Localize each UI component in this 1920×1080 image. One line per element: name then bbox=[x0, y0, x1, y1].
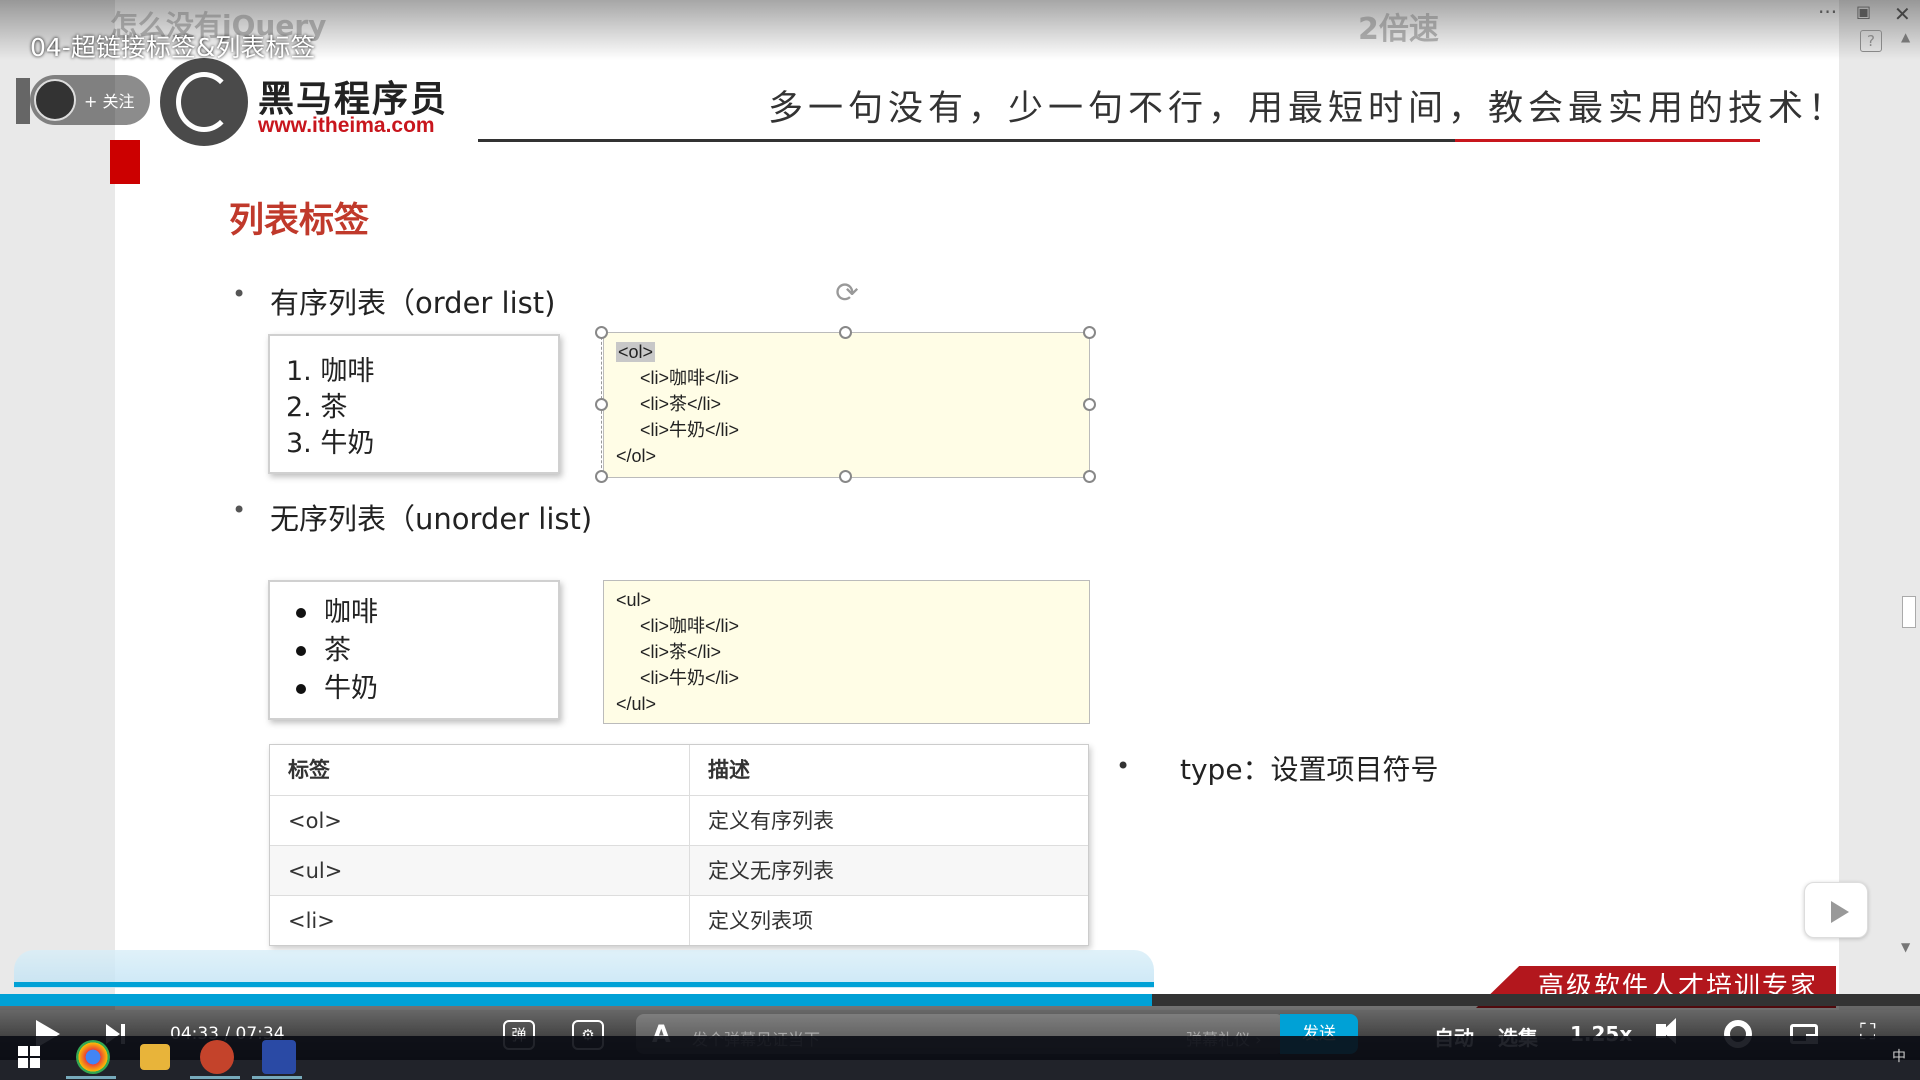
ordered-list-preview: 1. 咖啡 2. 茶 3. 牛奶 bbox=[268, 334, 560, 474]
code-close-tag: </ul> bbox=[616, 694, 657, 714]
table-cell: <ul> bbox=[270, 846, 690, 895]
side-qr-icon[interactable] bbox=[16, 78, 30, 124]
table-header-cell: 描述 bbox=[708, 758, 750, 782]
tag-table: 标签 描述 <ol> 定义有序列表 <ul> 定义无序列表 <li> 定义列表项 bbox=[269, 744, 1089, 946]
resize-handle[interactable] bbox=[839, 326, 852, 339]
code-close-tag: </ol> bbox=[616, 446, 657, 466]
code-open-tag: <ol> bbox=[616, 342, 656, 362]
active-app-indicator bbox=[66, 1076, 116, 1079]
code-line: <li>茶</li> bbox=[640, 394, 722, 414]
video-title: 04-超链接标签&列表标签 bbox=[30, 33, 316, 62]
table-row: <ul> 定义无序列表 bbox=[270, 845, 1088, 895]
powerpoint-icon[interactable] bbox=[200, 1040, 234, 1074]
list-item: 茶 bbox=[278, 632, 550, 670]
ime-indicator[interactable]: 中 bbox=[1892, 1046, 1906, 1066]
slogan: 多一句没有，少一句不行，用最短时间，教会最实用的技术！ bbox=[768, 89, 1849, 129]
bullet-unordered-list: • 无序列表（unorder list) bbox=[232, 496, 593, 538]
scroll-up-icon[interactable]: ▲ bbox=[1901, 30, 1910, 44]
list-item: 牛奶 bbox=[278, 670, 550, 708]
brand-url: www.itheima.com bbox=[258, 114, 435, 137]
folder-icon[interactable] bbox=[140, 1044, 170, 1070]
active-app-indicator bbox=[252, 1076, 302, 1079]
window-mode-icon[interactable]: ▣ bbox=[1856, 2, 1871, 21]
windows-start-icon[interactable] bbox=[18, 1046, 40, 1068]
danmaku-comment: 2倍速 bbox=[1358, 12, 1439, 47]
table-cell: 定义有序列表 bbox=[708, 809, 834, 833]
chrome-icon[interactable] bbox=[76, 1040, 110, 1074]
table-cell: <li> bbox=[270, 896, 690, 945]
help-icon[interactable]: ? bbox=[1860, 30, 1882, 52]
table-header-cell: 标签 bbox=[270, 745, 690, 795]
table-cell: 定义无序列表 bbox=[708, 859, 834, 883]
code-line: <li>咖啡</li> bbox=[640, 368, 740, 388]
scrollbar-thumb[interactable] bbox=[1902, 596, 1916, 628]
close-icon[interactable]: ✕ bbox=[1894, 2, 1911, 26]
list-item: 咖啡 bbox=[278, 594, 550, 632]
slide-margin-left bbox=[0, 0, 115, 1010]
resize-handle[interactable] bbox=[1083, 398, 1096, 411]
table-cell: 定义列表项 bbox=[708, 909, 813, 933]
red-accent-bar bbox=[110, 140, 140, 184]
video-player[interactable]: 黑马程序员 www.itheima.com 多一句没有，少一句不行，用最短时间，… bbox=[0, 0, 1920, 1080]
table-header: 标签 描述 bbox=[270, 745, 1088, 795]
bullet-unordered-label: 无序列表（unorder list) bbox=[270, 502, 593, 536]
avatar[interactable] bbox=[34, 79, 76, 121]
progress-fill bbox=[0, 994, 1152, 1006]
rotate-handle-icon[interactable]: ⟳ bbox=[832, 278, 862, 308]
table-cell: <ol> bbox=[270, 796, 690, 845]
resize-handle[interactable] bbox=[839, 470, 852, 483]
code-line: <li>茶</li> bbox=[640, 642, 722, 662]
editor-icon[interactable] bbox=[262, 1040, 296, 1074]
bullet-dot: • bbox=[232, 496, 247, 524]
resize-handle[interactable] bbox=[595, 470, 608, 483]
table-row: <li> 定义列表项 bbox=[270, 895, 1088, 945]
code-line: <li>咖啡</li> bbox=[640, 616, 740, 636]
mini-player-play-icon[interactable] bbox=[1804, 882, 1868, 938]
resize-handle[interactable] bbox=[595, 326, 608, 339]
brand-logo-mark bbox=[176, 72, 232, 132]
code-open-tag: <ul> bbox=[616, 590, 652, 610]
header-divider-accent bbox=[1455, 139, 1760, 142]
unordered-list-preview: 咖啡 茶 牛奶 bbox=[268, 580, 560, 720]
slide-margin-right bbox=[1839, 0, 1920, 1010]
code-line: <ol> bbox=[616, 339, 1077, 365]
bullet-dot: • bbox=[232, 280, 247, 308]
table-row: <ol> 定义有序列表 bbox=[270, 795, 1088, 845]
type-note: type：设置项目符号 bbox=[1180, 753, 1439, 786]
resize-handle[interactable] bbox=[1083, 326, 1096, 339]
follow-button[interactable]: + 关注 bbox=[84, 88, 135, 112]
bullet-dot: • bbox=[1116, 752, 1131, 780]
bullet-ordered-list: • 有序列表（order list) bbox=[232, 280, 556, 322]
scroll-down-icon[interactable]: ▼ bbox=[1901, 940, 1910, 954]
ol-code-box[interactable]: <ol> <li>咖啡</li> <li>茶</li> <li>牛奶</li> … bbox=[603, 332, 1090, 478]
list-item: 2. 茶 bbox=[286, 392, 348, 423]
list-item: 3. 牛奶 bbox=[286, 428, 375, 459]
code-line: <li>牛奶</li> bbox=[640, 420, 740, 440]
code-line: <li>牛奶</li> bbox=[640, 668, 740, 688]
more-icon[interactable]: ··· bbox=[1818, 0, 1837, 24]
resize-handle[interactable] bbox=[595, 398, 608, 411]
active-app-indicator bbox=[190, 1076, 240, 1079]
resize-handle[interactable] bbox=[1083, 470, 1096, 483]
decorative-wave-line bbox=[14, 982, 1154, 987]
ul-code-box: <ul> <li>咖啡</li> <li>茶</li> <li>牛奶</li> … bbox=[603, 580, 1090, 724]
list-item: 1. 咖啡 bbox=[286, 356, 375, 387]
bullet-ordered-label: 有序列表（order list) bbox=[270, 286, 556, 320]
slide-title: 列表标签 bbox=[229, 201, 370, 241]
